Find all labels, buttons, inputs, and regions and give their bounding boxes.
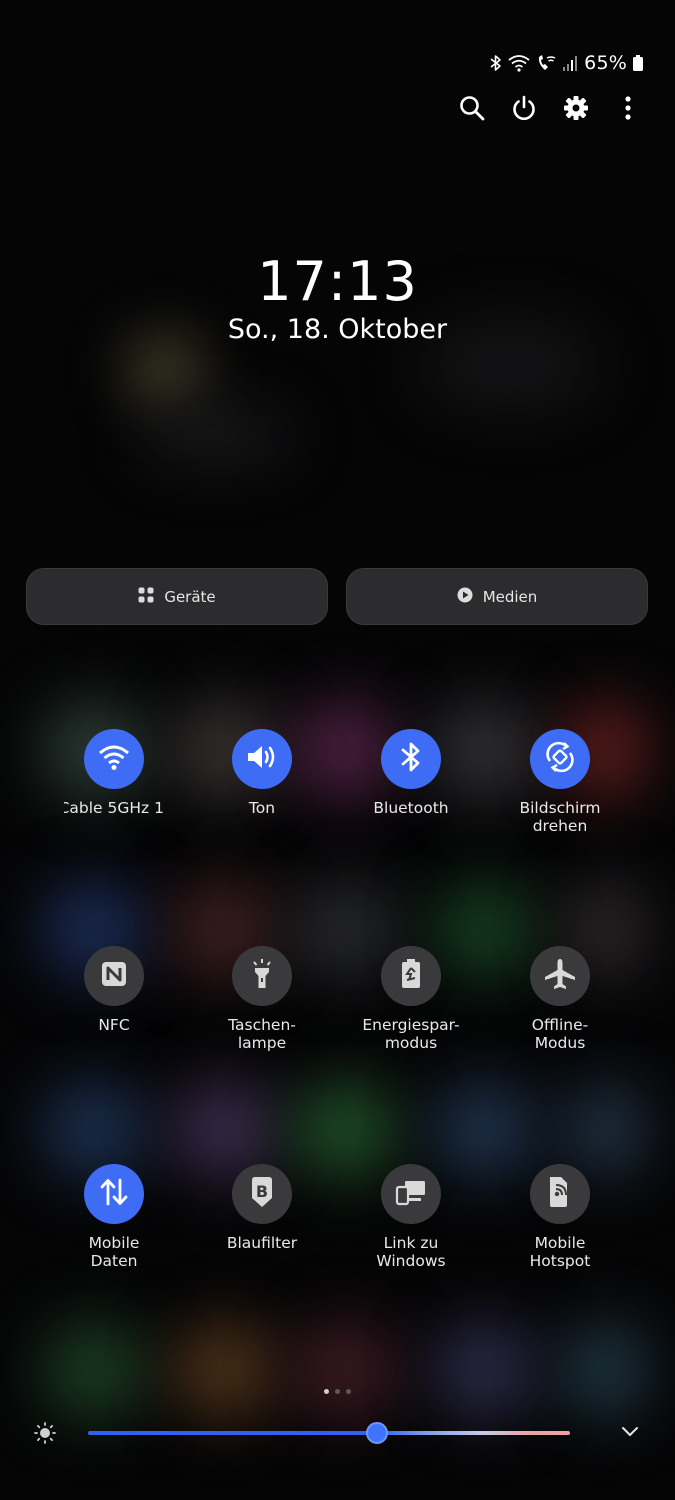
wifi-icon (98, 743, 130, 775)
tile-airplane[interactable]: Offline- Modus (485, 946, 635, 1052)
battery-icon (633, 55, 643, 71)
brightness-slider-thumb[interactable] (366, 1422, 389, 1444)
devices-button[interactable]: Geräte (26, 568, 328, 625)
clock-time[interactable]: 17:13 (0, 250, 675, 313)
wifi-icon (508, 54, 530, 72)
search-icon[interactable] (457, 90, 487, 126)
wifi-label: 1 Cable 5GHz (64, 799, 164, 817)
svg-text:B: B (256, 1182, 268, 1201)
tile-link-to-windows[interactable]: Link zu Windows (336, 1164, 486, 1270)
media-button[interactable]: Medien (346, 568, 648, 625)
brightness-icon (34, 1422, 56, 1448)
nfc-icon (100, 960, 128, 992)
tile-auto-rotate[interactable]: Bildschirm drehen (485, 729, 635, 835)
blue-light-filter-icon: B (248, 1176, 276, 1212)
tile-wifi[interactable]: 1 Cable 5GHz (39, 729, 189, 817)
page-indicator (0, 1389, 675, 1394)
devices-label: Geräte (164, 587, 216, 606)
mobile-hotspot-icon (545, 1176, 575, 1212)
devices-icon (138, 587, 154, 607)
flashlight-label: Taschen- lampe (228, 1016, 296, 1052)
mobile-data-label: Mobile Daten (88, 1234, 140, 1270)
link-to-windows-icon (395, 1178, 427, 1210)
power-saving-label: Energiespar- modus (362, 1016, 460, 1052)
wifi-calling-icon (536, 54, 556, 72)
status-bar: 65% (490, 50, 643, 76)
brightness-control (30, 1418, 650, 1448)
tile-mobile-data[interactable]: Mobile Daten (39, 1164, 189, 1270)
flashlight-toggle[interactable] (232, 946, 292, 1006)
page-dot (346, 1389, 351, 1394)
mobile-data-icon (98, 1177, 130, 1211)
airplane-icon (543, 957, 577, 995)
bluetooth-toggle[interactable] (381, 729, 441, 789)
tile-flashlight[interactable]: Taschen- lampe (187, 946, 337, 1052)
blue-light-filter-label: Blaufilter (226, 1234, 298, 1252)
settings-icon[interactable] (561, 90, 591, 126)
tile-mobile-hotspot[interactable]: Mobile Hotspot (485, 1164, 635, 1270)
chevron-down-icon[interactable] (620, 1421, 640, 1445)
signal-icon (562, 54, 578, 72)
auto-rotate-toggle[interactable] (530, 729, 590, 789)
mobile-data-toggle[interactable] (84, 1164, 144, 1224)
mobile-hotspot-label: Mobile Hotspot (529, 1234, 591, 1270)
tile-blue-light-filter[interactable]: B Blaufilter (187, 1164, 337, 1252)
bluetooth-label: Bluetooth (373, 799, 449, 817)
nfc-toggle[interactable] (84, 946, 144, 1006)
brightness-slider[interactable] (88, 1431, 570, 1435)
tile-bluetooth[interactable]: Bluetooth (336, 729, 486, 817)
sound-toggle[interactable] (232, 729, 292, 789)
tile-sound[interactable]: Ton (187, 729, 337, 817)
mobile-hotspot-toggle[interactable] (530, 1164, 590, 1224)
link-to-windows-label: Link zu Windows (376, 1234, 446, 1270)
bluetooth-icon (400, 741, 422, 777)
play-icon (457, 587, 473, 607)
power-saving-toggle[interactable] (381, 946, 441, 1006)
auto-rotate-label: Bildschirm drehen (519, 799, 601, 835)
blue-light-filter-toggle[interactable]: B (232, 1164, 292, 1224)
tile-nfc[interactable]: NFC (39, 946, 189, 1034)
power-icon[interactable] (509, 90, 539, 126)
page-dot (324, 1389, 329, 1394)
page-dot (335, 1389, 340, 1394)
sound-label: Ton (248, 799, 276, 817)
more-options-icon[interactable] (613, 90, 643, 126)
airplane-toggle[interactable] (530, 946, 590, 1006)
flashlight-icon (249, 958, 275, 994)
clock-date[interactable]: So., 18. Oktober (0, 314, 675, 345)
wifi-toggle[interactable] (84, 729, 144, 789)
tile-power-saving[interactable]: Energiespar- modus (336, 946, 486, 1052)
auto-rotate-icon (544, 741, 576, 777)
power-saving-icon (399, 958, 423, 994)
airplane-label: Offline- Modus (531, 1016, 589, 1052)
top-actions (457, 90, 643, 126)
media-label: Medien (482, 587, 538, 606)
battery-percentage: 65% (584, 52, 627, 74)
bluetooth-icon (490, 54, 502, 72)
nfc-label: NFC (98, 1016, 130, 1034)
link-to-windows-toggle[interactable] (381, 1164, 441, 1224)
sound-icon (245, 743, 279, 775)
